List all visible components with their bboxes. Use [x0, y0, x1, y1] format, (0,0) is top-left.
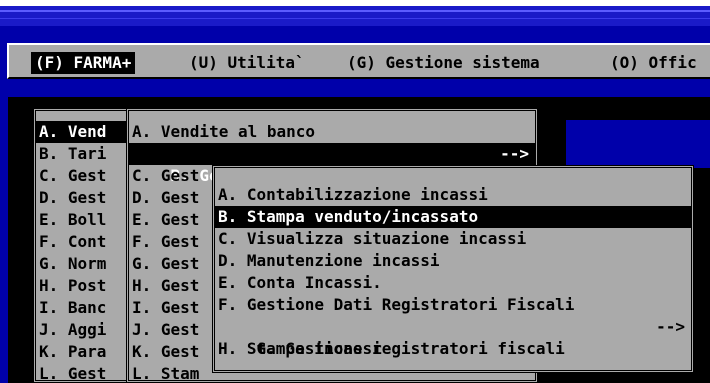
menu-farma[interactable]: (F) FARMA+ — [31, 52, 136, 74]
menu1-item-e[interactable]: E. Boll — [36, 209, 128, 231]
menu1-item-c[interactable]: C. Gest — [36, 165, 128, 187]
menu1-item-j[interactable]: J. Aggi — [36, 319, 128, 341]
menu1-item-d[interactable]: D. Gest — [36, 187, 128, 209]
submenu-arrow-icon: --> — [500, 144, 529, 163]
menu1-item-l[interactable]: L. Gest — [36, 363, 128, 380]
menu-level3-panel: A. Contabilizzazione incassi B. Stampa v… — [212, 165, 694, 373]
menu1-item-b[interactable]: B. Tari — [36, 143, 128, 165]
menu-gestione-sistema[interactable]: (G) Gestione sistema — [343, 52, 544, 74]
title-bar — [0, 6, 710, 26]
menu1-item-i[interactable]: I. Banc — [36, 297, 128, 319]
menu3-item-a[interactable]: A. Contabilizzazione incassi — [215, 184, 691, 206]
menu-utilita[interactable]: (U) Utilita` — [185, 52, 309, 74]
menu3-item-c[interactable]: C. Visualizza situazione incassi — [215, 228, 691, 250]
menu1-item-g[interactable]: G. Norm — [36, 253, 128, 275]
menu1-item-f[interactable]: F. Cont — [36, 231, 128, 253]
menu3-item-h[interactable]: H. Stampa incassi — [215, 338, 691, 360]
menu2-item-a[interactable]: A. Vendite al banco — [129, 121, 535, 143]
menu-office[interactable]: (O) Offic — [606, 52, 701, 74]
title-bar-line — [0, 10, 710, 12]
title-bar-line-2 — [0, 18, 710, 19]
menu2-item-b[interactable]: B. Gestione incassi --> — [129, 143, 535, 185]
menu1-item-k[interactable]: K. Para — [36, 341, 128, 363]
menu3-item-d[interactable]: D. Manutenzione incassi — [215, 250, 691, 272]
menu1-item-a[interactable]: A. Vend — [36, 121, 128, 143]
menu3-item-e[interactable]: E. Conta Incassi. — [215, 272, 691, 294]
background-window — [566, 120, 710, 168]
menu3-item-g[interactable]: G. Gestione registratori fiscali --> — [215, 316, 691, 358]
menu1-item-h[interactable]: H. Post — [36, 275, 128, 297]
menu3-item-b[interactable]: B. Stampa venduto/incassato — [215, 206, 691, 228]
menu-level1-panel: A. Vend B. Tari C. Gest D. Gest E. Boll … — [33, 108, 131, 383]
submenu-arrow-icon: --> — [656, 317, 685, 336]
main-menu-bar: (F) FARMA+ (U) Utilita` (G) Gestione sis… — [7, 43, 710, 79]
menu3-item-f[interactable]: F. Gestione Dati Registratori Fiscali — [215, 294, 691, 316]
